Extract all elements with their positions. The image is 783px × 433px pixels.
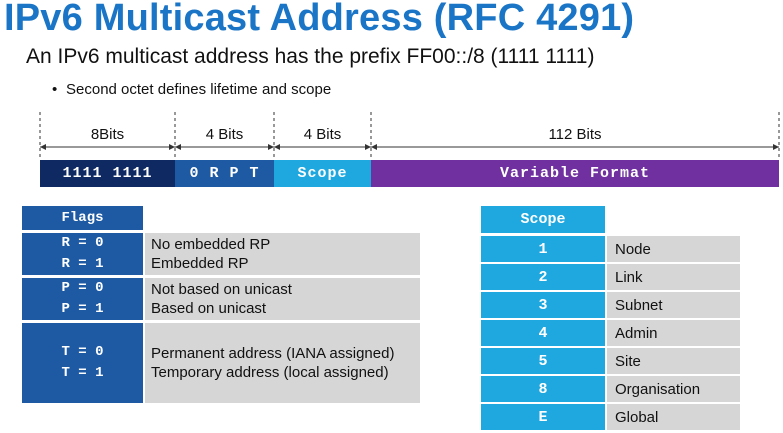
flag-description: Embedded RP xyxy=(151,255,249,272)
flag-code: P = 0 xyxy=(61,280,104,296)
flag-code: R = 0 xyxy=(61,235,104,251)
scope-name: Subnet xyxy=(607,292,740,318)
scope-name: Node xyxy=(607,236,740,262)
flag-description: Based on unicast xyxy=(151,300,267,317)
field-bits-label: 4 Bits xyxy=(205,126,244,143)
scope-name: Link xyxy=(607,264,740,290)
scope-code: 8 xyxy=(481,376,605,402)
flag-code: R = 1 xyxy=(61,256,104,272)
scope-code: 5 xyxy=(481,348,605,374)
scope-code: E xyxy=(481,404,605,430)
flag-t-descriptions: Permanent address (IANA assigned) Tempor… xyxy=(145,323,420,403)
scope-code: 1 xyxy=(481,236,605,262)
flag-description: No embedded RP xyxy=(151,236,271,253)
scope-code: 2 xyxy=(481,264,605,290)
flags-table-header: Flags xyxy=(22,206,143,230)
flag-p-codes: P = 0 P = 1 xyxy=(22,278,143,320)
flag-description: Permanent address (IANA assigned) xyxy=(151,345,395,362)
flag-description: Temporary address (local assigned) xyxy=(151,364,389,381)
scope-code: 4 xyxy=(481,320,605,346)
scope-name: Global xyxy=(607,404,740,430)
slide-subtitle: An IPv6 multicast address has the prefix… xyxy=(26,45,595,68)
field-variable-box: Variable Format xyxy=(371,160,779,187)
scope-table-header: Scope xyxy=(481,206,605,233)
flag-t-codes: T = 0 T = 1 xyxy=(22,323,143,403)
field-flags-box: 0 R P T xyxy=(175,160,274,187)
flag-r-descriptions: No embedded RP Embedded RP xyxy=(145,233,420,275)
field-scope-box: Scope xyxy=(274,160,371,187)
scope-code: 3 xyxy=(481,292,605,318)
flag-code: T = 1 xyxy=(61,365,104,381)
flag-code: P = 1 xyxy=(61,301,104,317)
flag-code: T = 0 xyxy=(61,344,104,360)
field-prefix-box: 1111 1111 xyxy=(40,160,175,187)
field-bits-label: 8Bits xyxy=(90,126,125,143)
bullet-dot-icon: • xyxy=(52,81,58,98)
scope-name: Organisation xyxy=(607,376,740,402)
scope-name: Site xyxy=(607,348,740,374)
slide-title: IPv6 Multicast Address (RFC 4291) xyxy=(4,0,635,39)
flag-p-descriptions: Not based on unicast Based on unicast xyxy=(145,278,420,320)
bullet-text: Second octet defines lifetime and scope xyxy=(66,81,332,98)
flag-description: Not based on unicast xyxy=(151,281,292,298)
bullet-item: • Second octet defines lifetime and scope xyxy=(52,81,331,98)
scope-name: Admin xyxy=(607,320,740,346)
field-bits-label: 112 Bits xyxy=(548,126,602,143)
flag-r-codes: R = 0 R = 1 xyxy=(22,233,143,275)
field-bits-label: 4 Bits xyxy=(303,126,342,143)
